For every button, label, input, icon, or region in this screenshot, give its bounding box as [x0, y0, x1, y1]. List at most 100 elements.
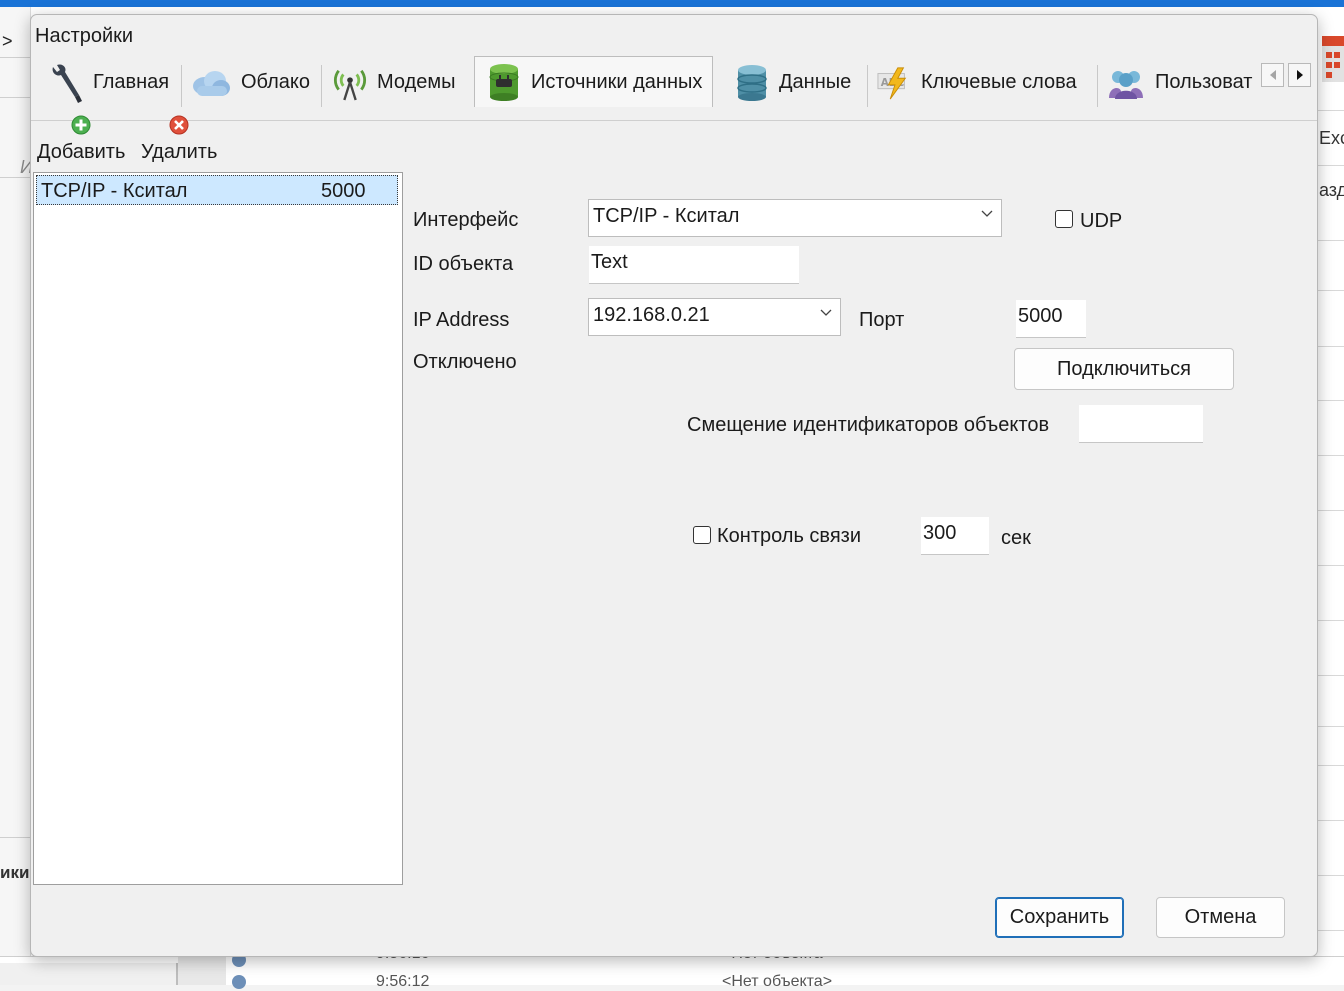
ip-address-combo[interactable]: 192.168.0.21 [588, 298, 841, 336]
object-id-label: ID объекта [413, 253, 514, 275]
tab-label: Пользоват [1155, 71, 1253, 93]
background-divider [0, 97, 30, 98]
background-divider [0, 57, 30, 58]
arrow-left-icon [1269, 70, 1276, 80]
log-status: <Нет объекта> [722, 973, 833, 990]
tab-data[interactable]: Данные [735, 59, 851, 106]
background-panel [0, 963, 178, 985]
source-name: TCP/IP - Кситал [41, 180, 188, 202]
data-sources-list[interactable]: TCP/IP - Кситал 5000 [33, 172, 403, 885]
port-value: 5000 [1018, 305, 1063, 327]
tab-label: Модемы [377, 71, 456, 93]
antenna-icon [333, 64, 367, 102]
settings-tabs: Главная Облако Модемы Источники данных Д… [31, 55, 1317, 121]
add-label: Добавить [37, 141, 126, 163]
log-time: 9:56:12 [376, 973, 430, 990]
background-divider [1316, 820, 1344, 821]
tab-modems[interactable]: Модемы [333, 59, 456, 106]
settings-dialog: Настройки Главная Облако Модемы Источник… [30, 14, 1318, 957]
background-label: ики [0, 863, 30, 882]
offset-field[interactable] [1079, 405, 1203, 443]
save-button[interactable]: Сохранить [995, 897, 1124, 938]
background-divider [1316, 510, 1344, 511]
database-plug-icon [487, 63, 521, 101]
connection-status: Отключено [413, 351, 517, 373]
object-id-value: Text [591, 251, 628, 273]
background-divider [1316, 240, 1344, 241]
background-divider [1316, 110, 1344, 111]
add-source-button[interactable]: Добавить [37, 115, 125, 164]
tab-label: Облако [241, 71, 311, 93]
background-right-panel [1316, 7, 1344, 984]
interface-select[interactable]: TCP/IP - Кситал [588, 199, 1002, 237]
background-title-bar [0, 0, 1344, 7]
tab-cloud[interactable]: Облако [191, 59, 310, 106]
background-divider [1316, 765, 1344, 766]
keyword-lightning-icon: ABC [877, 64, 911, 102]
tab-label: Данные [779, 71, 852, 93]
save-label: Сохранить [1009, 906, 1110, 928]
ip-address-label: IP Address [413, 309, 510, 331]
chevron-down-icon [981, 210, 993, 217]
wrench-icon [49, 64, 83, 103]
background-divider [0, 837, 30, 838]
calendar-icon[interactable] [1318, 30, 1344, 84]
source-port: 5000 [321, 180, 366, 202]
link-interval-field[interactable]: 300 [921, 517, 989, 555]
delete-source-button[interactable]: Удалить [141, 115, 217, 164]
tab-label: Ключевые слова [921, 71, 1077, 93]
background-divider [1316, 565, 1344, 566]
background-arrow[interactable]: > [2, 31, 13, 52]
background-log-list: 9:56:16 9:56:12 <Нет объекта> <Нет объек… [0, 945, 1344, 990]
background-divider [1316, 290, 1344, 291]
users-icon [1107, 64, 1145, 102]
cloud-icon [191, 64, 231, 102]
status-dot-icon [232, 975, 246, 989]
list-item[interactable]: TCP/IP - Кситал 5000 [36, 175, 398, 205]
interface-value: TCP/IP - Кситал [593, 205, 740, 227]
tab-keywords[interactable]: ABC Ключевые слова [877, 59, 1077, 106]
tab-separator [867, 65, 868, 107]
background-label: азд [1319, 180, 1344, 200]
tab-separator [181, 65, 182, 107]
add-icon [71, 115, 91, 135]
link-control-label: Контроль связи [717, 525, 862, 547]
link-interval-value: 300 [923, 522, 957, 544]
tab-main[interactable]: Главная [49, 59, 169, 106]
tab-label: Источники данных [531, 70, 703, 93]
connect-button[interactable]: Подключиться [1014, 348, 1234, 390]
object-id-field[interactable]: Text [589, 246, 799, 284]
tab-users[interactable]: Пользоват [1107, 59, 1252, 106]
ip-address-value: 192.168.0.21 [593, 304, 710, 326]
delete-icon [169, 115, 189, 135]
background-divider [1316, 455, 1344, 456]
dialog-title: Настройки [35, 25, 134, 47]
tab-separator [321, 65, 322, 107]
udp-label: UDP [1080, 210, 1123, 232]
port-field[interactable]: 5000 [1016, 300, 1086, 338]
tab-label: Главная [93, 71, 170, 93]
link-control-checkbox[interactable] [693, 526, 711, 544]
background-divider [1316, 400, 1344, 401]
interface-label: Интерфейс [413, 209, 519, 231]
background-panel [178, 957, 226, 985]
tab-data-sources[interactable]: Источники данных [474, 56, 714, 107]
background-divider [1316, 875, 1344, 876]
background-divider [1316, 346, 1344, 347]
tab-scroll-left-button[interactable] [1261, 63, 1284, 87]
background-divider [1316, 726, 1344, 727]
background-divider [1316, 620, 1344, 621]
cancel-label: Отмена [1184, 906, 1257, 928]
background-divider [1316, 675, 1344, 676]
background-left-panel: > И ики [0, 7, 33, 984]
tab-scroll-right-button[interactable] [1288, 63, 1311, 87]
connect-label: Подключиться [1057, 357, 1191, 380]
chevron-down-icon [820, 309, 832, 316]
database-icon [735, 64, 769, 102]
background-label: Exc [1319, 128, 1344, 148]
offset-label: Смещение идентификаторов объектов [687, 414, 1050, 436]
arrow-right-icon [1296, 70, 1303, 80]
cancel-button[interactable]: Отмена [1156, 897, 1285, 938]
tab-separator [1097, 65, 1098, 107]
udp-checkbox[interactable] [1055, 210, 1073, 228]
